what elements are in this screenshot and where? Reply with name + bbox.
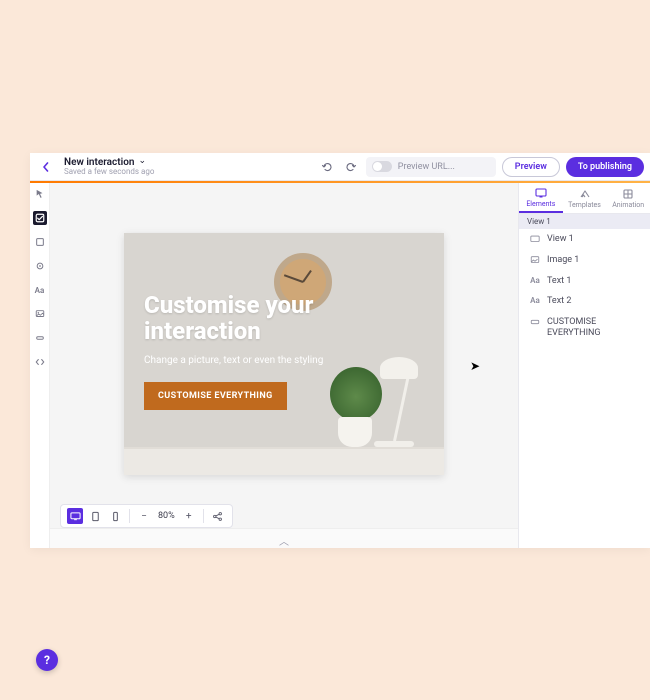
tab-animation[interactable]: Animation [606,183,650,213]
text-icon: Aa [529,276,541,285]
interaction-stage[interactable]: Customise your interaction Change a pict… [124,233,444,475]
cursor-tool-icon[interactable] [33,187,47,201]
publish-button[interactable]: To publishing [566,157,644,177]
undo-button[interactable] [318,158,336,176]
editor-body: Aa [30,183,650,548]
zoom-out-button[interactable]: − [136,508,152,524]
tab-templates[interactable]: Templates [563,183,607,213]
pot-illustration [338,417,372,447]
preview-toggle[interactable] [372,161,392,172]
canvas-footer: ︿ [50,528,518,548]
tab-elements[interactable]: Elements [519,183,563,213]
title-dropdown[interactable]: New interaction ⌄ [64,157,154,168]
select-tool-icon[interactable] [33,211,47,225]
layer-item-button[interactable]: CUSTOMISE EVERYTHING [519,312,650,344]
button-icon [529,317,541,327]
tool-rail: Aa [30,183,50,548]
help-button[interactable]: ? [36,649,58,671]
view-header[interactable]: View 1 [519,214,650,229]
text-tool-icon[interactable]: Aa [33,283,47,297]
interaction-title: New interaction [64,157,134,168]
share-button[interactable] [210,508,226,524]
layer-item-view[interactable]: View 1 [519,229,650,250]
device-desktop-button[interactable] [67,508,83,524]
save-status: Saved a few seconds ago [64,168,154,177]
zoom-value: 80% [156,511,177,521]
preview-url-placeholder: Preview URL... [398,162,455,172]
stage-headline[interactable]: Customise your interaction [144,293,424,345]
device-tablet-button[interactable] [87,508,103,524]
image-icon [529,255,541,265]
canvas-column: Customise your interaction Change a pict… [50,183,518,548]
layers-list: View 1 Image 1 Aa Text 1 Aa Text 2 CUSTO… [519,229,650,344]
mouse-cursor-icon: ➤ [470,359,480,373]
editor-app: New interaction ⌄ Saved a few seconds ag… [30,153,650,548]
footer-expand-button[interactable]: ︿ [279,533,289,548]
back-button[interactable] [36,157,56,177]
text-icon: Aa [529,296,541,305]
shape-tool-icon[interactable] [33,235,47,249]
right-panel: Elements Templates Animation View 1 View… [518,183,650,548]
code-tool-icon[interactable] [33,355,47,369]
redo-button[interactable] [342,158,360,176]
preview-button[interactable]: Preview [502,157,560,177]
layer-item-image[interactable]: Image 1 [519,250,650,271]
preview-url-field[interactable]: Preview URL... [366,157,496,177]
image-tool-icon[interactable] [33,307,47,321]
link-tool-icon[interactable] [33,331,47,345]
title-block: New interaction ⌄ Saved a few seconds ag… [64,157,154,177]
view-icon [529,234,541,244]
device-mobile-button[interactable] [107,508,123,524]
chevron-down-icon: ⌄ [138,157,146,167]
shelf-illustration [124,447,444,475]
component-tool-icon[interactable] [33,259,47,273]
canvas-viewport[interactable]: Customise your interaction Change a pict… [50,183,518,528]
zoom-bar: − 80% + [60,504,233,528]
stage-subline[interactable]: Change a picture, text or even the styli… [144,355,424,366]
stage-cta-button[interactable]: CUSTOMISE EVERYTHING [144,382,287,410]
zoom-in-button[interactable]: + [181,508,197,524]
layer-item-text-1[interactable]: Aa Text 1 [519,271,650,292]
layer-item-text-2[interactable]: Aa Text 2 [519,291,650,312]
stage-overlay: Customise your interaction Change a pict… [144,293,424,410]
right-panel-tabs: Elements Templates Animation [519,183,650,214]
top-bar: New interaction ⌄ Saved a few seconds ag… [30,153,650,181]
